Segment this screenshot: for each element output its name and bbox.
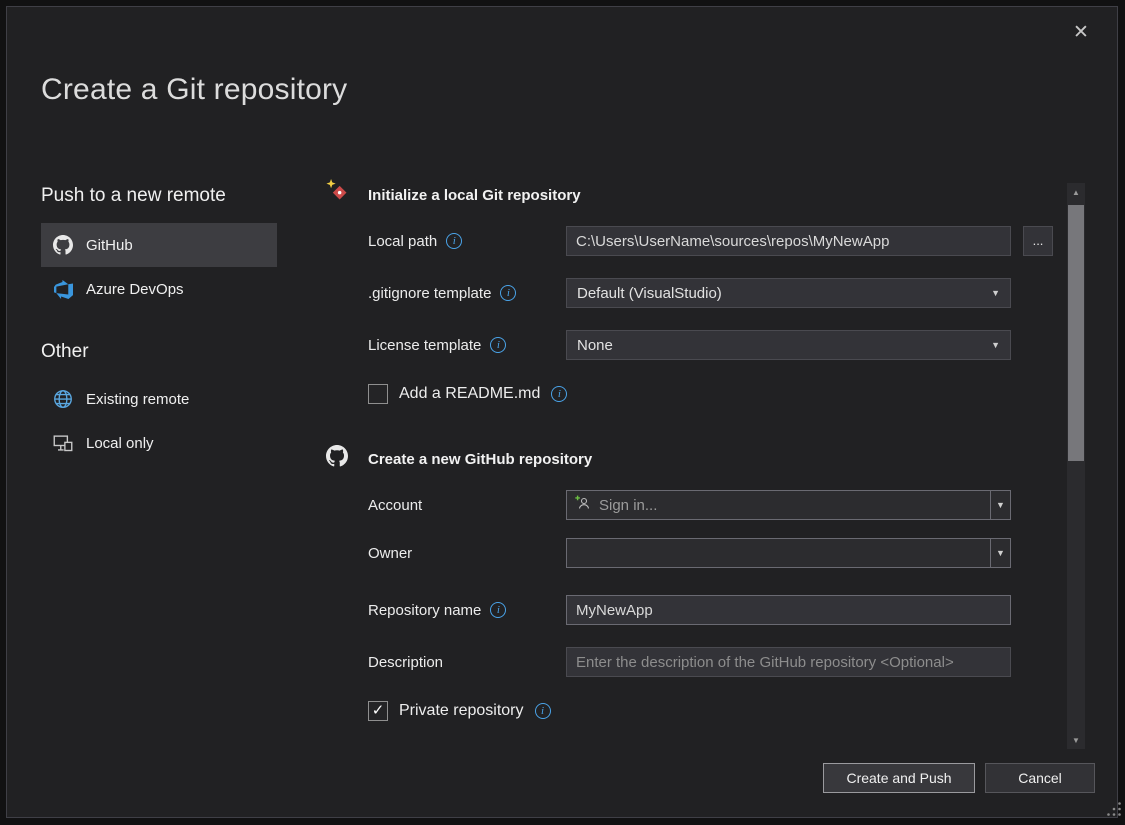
sidebar-item-label: Existing remote <box>86 391 189 408</box>
description-label: Description <box>368 647 443 677</box>
scroll-down-icon[interactable]: ▼ <box>1067 731 1085 749</box>
readme-label: Add a README.md <box>399 385 540 403</box>
chevron-down-icon[interactable]: ▼ <box>990 491 1010 519</box>
private-repository-label: Private repository <box>399 702 524 720</box>
gitignore-selected-value: Default (VisualStudio) <box>577 285 722 302</box>
new-repository-icon <box>326 179 348 201</box>
create-git-repository-dialog: ✕ Create a Git repository Push to a new … <box>6 6 1118 818</box>
vertical-scrollbar[interactable]: ▲ ▼ <box>1067 183 1085 749</box>
description-input[interactable] <box>566 647 1011 677</box>
private-repository-checkbox[interactable]: ✓ <box>368 701 388 721</box>
owner-label: Owner <box>368 538 412 568</box>
chevron-down-icon: ▼ <box>991 340 1000 350</box>
license-label: License template i <box>368 330 506 360</box>
repository-name-row: Repository name i <box>368 595 1058 625</box>
scroll-up-icon[interactable]: ▲ <box>1067 183 1085 201</box>
owner-combobox[interactable]: ▼ <box>566 538 1011 568</box>
computer-icon <box>53 433 73 453</box>
info-icon[interactable]: i <box>490 337 506 353</box>
sidebar-heading-other: Other <box>41 341 277 363</box>
azure-devops-icon <box>53 279 73 299</box>
chevron-down-icon[interactable]: ▼ <box>990 539 1010 567</box>
section-title-github: Create a new GitHub repository <box>368 451 592 468</box>
repository-name-input[interactable] <box>566 595 1011 625</box>
globe-icon <box>53 389 73 409</box>
add-user-icon <box>575 495 591 515</box>
local-path-row: Local path i ... <box>368 226 1058 256</box>
browse-button[interactable]: ... <box>1023 226 1053 256</box>
readme-checkbox[interactable] <box>368 384 388 404</box>
sidebar-item-label: Azure DevOps <box>86 281 184 298</box>
gitignore-label: .gitignore template i <box>368 278 516 308</box>
repository-name-label: Repository name i <box>368 595 506 625</box>
chevron-down-icon: ▼ <box>991 288 1000 298</box>
gitignore-dropdown[interactable]: Default (VisualStudio) ▼ <box>566 278 1011 308</box>
dialog-title: Create a Git repository <box>41 73 347 107</box>
description-row: Description <box>368 647 1058 677</box>
gitignore-row: .gitignore template i Default (VisualStu… <box>368 278 1058 308</box>
owner-row: Owner ▼ <box>368 538 1058 568</box>
cancel-button[interactable]: Cancel <box>985 763 1095 793</box>
license-dropdown[interactable]: None ▼ <box>566 330 1011 360</box>
section-title-local: Initialize a local Git repository <box>368 187 581 204</box>
info-icon[interactable]: i <box>551 386 567 402</box>
scrollbar-thumb[interactable] <box>1068 205 1084 461</box>
info-icon[interactable]: i <box>490 602 506 618</box>
sidebar-item-github[interactable]: GitHub <box>41 223 277 267</box>
readme-row: Add a README.md i <box>368 383 567 405</box>
info-icon[interactable]: i <box>500 285 516 301</box>
sidebar-item-azure-devops[interactable]: Azure DevOps <box>41 267 277 311</box>
close-button[interactable]: ✕ <box>1067 19 1095 47</box>
account-signin: Sign in... <box>567 495 657 515</box>
info-icon[interactable]: i <box>535 703 551 719</box>
github-icon <box>326 445 348 467</box>
sidebar-item-label: GitHub <box>86 237 133 254</box>
local-path-label: Local path i <box>368 226 462 256</box>
local-path-input[interactable] <box>566 226 1011 256</box>
create-and-push-button[interactable]: Create and Push <box>823 763 975 793</box>
sidebar-item-local-only[interactable]: Local only <box>41 421 277 465</box>
info-icon[interactable]: i <box>446 233 462 249</box>
license-selected-value: None <box>577 337 613 354</box>
resize-grip[interactable] <box>1106 801 1122 822</box>
github-icon <box>53 235 73 255</box>
account-row: Account Sign in... ▼ <box>368 490 1058 520</box>
sidebar-heading-push-remote: Push to a new remote <box>41 185 277 207</box>
private-repository-row: ✓ Private repository i <box>368 700 551 722</box>
account-placeholder: Sign in... <box>599 497 657 514</box>
account-label: Account <box>368 490 422 520</box>
account-combobox[interactable]: Sign in... ▼ <box>566 490 1011 520</box>
license-row: License template i None ▼ <box>368 330 1058 360</box>
sidebar: Push to a new remote GitHub Azure DevOps… <box>41 185 277 465</box>
sidebar-item-existing-remote[interactable]: Existing remote <box>41 377 277 421</box>
sidebar-item-label: Local only <box>86 435 154 452</box>
